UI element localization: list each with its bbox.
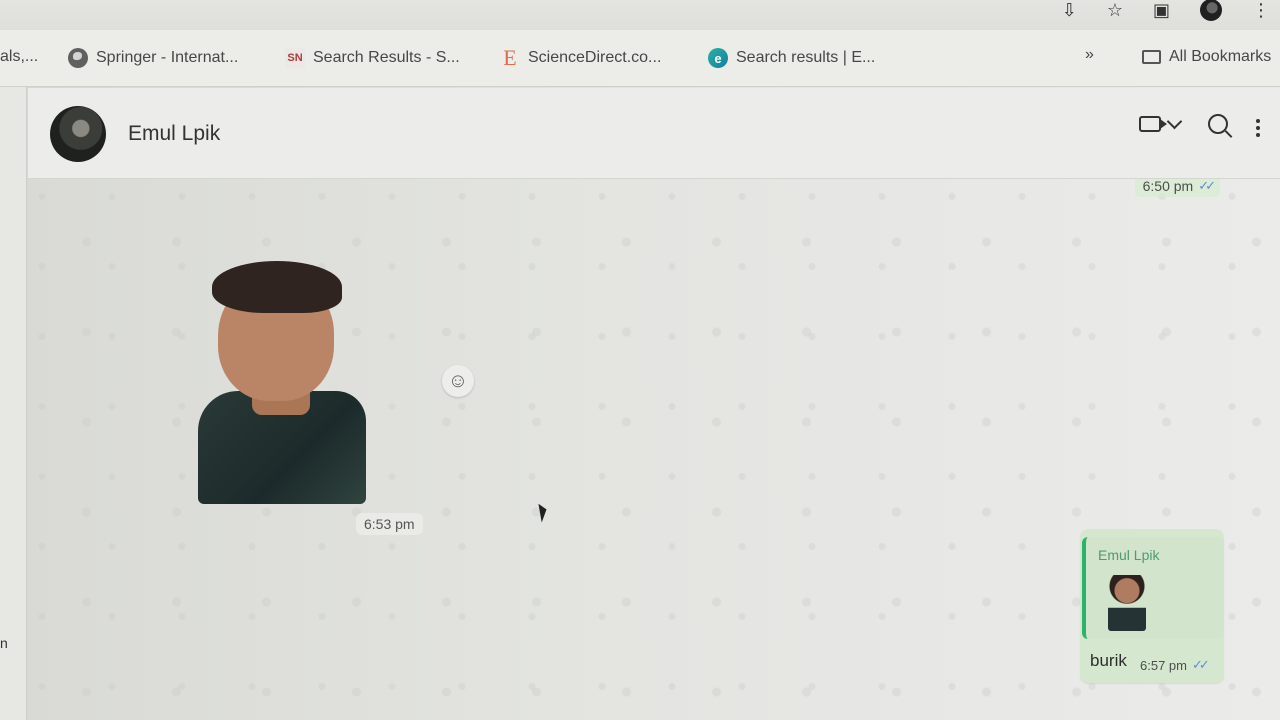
screenshot-root: ⇩ ☆ ▣ ⋮ als,... Springer - Internat... S… [0, 0, 1280, 720]
more-vertical-icon[interactable] [1256, 119, 1260, 123]
sn-icon: SN [285, 48, 305, 68]
bookmark-springer[interactable]: Springer - Internat... [68, 48, 238, 68]
chat-header: Emul Lpik [28, 88, 1280, 179]
read-receipt-icon: ✓✓ [1191, 657, 1210, 672]
folder-icon [1142, 50, 1161, 64]
chat-header-actions [1139, 113, 1260, 134]
reply-text: burik [1090, 651, 1127, 670]
reply-message-bubble[interactable]: Emul Lpik burik 6:57 pm ✓✓ [1080, 529, 1224, 683]
bookmark-label: Search Results - S... [313, 49, 460, 66]
globe-icon [68, 48, 88, 68]
extensions-icon[interactable]: ▣ [1153, 1, 1170, 19]
bookmark-partial[interactable]: als,... [0, 48, 38, 66]
profile-icon[interactable] [1200, 0, 1222, 21]
message-time: 6:57 pm [1140, 657, 1187, 673]
bookmark-label: Search results | E... [736, 49, 876, 66]
message-time: 6:50 pm [1142, 179, 1194, 194]
chevron-down-icon [1166, 113, 1183, 130]
all-bookmarks-label: All Bookmarks [1169, 48, 1272, 65]
download-icon[interactable]: ⇩ [1062, 1, 1077, 19]
quoted-author: Emul Lpik [1098, 547, 1160, 563]
chat-list-edge[interactable]: n [0, 87, 27, 720]
read-receipt-icon: ✓✓ [1198, 179, 1216, 193]
bookmarks-bar: als,... Springer - Internat... SN Search… [0, 30, 1280, 87]
bookmark-label: als,... [0, 48, 39, 65]
sticker-message[interactable] [198, 261, 368, 504]
conversation-pane: 6:50 pm ✓✓ ☺ 6:53 pm Emul Lpik burik 6:5… [28, 179, 1280, 720]
star-icon[interactable]: ☆ [1107, 1, 1123, 19]
chat-list-fragment: n [0, 635, 8, 651]
more-vertical-icon[interactable]: ⋮ [1252, 1, 1270, 19]
sticker-time: 6:53 pm [356, 513, 423, 535]
all-bookmarks[interactable]: All Bookmarks [1142, 48, 1271, 66]
contact-name[interactable]: Emul Lpik [128, 122, 220, 146]
elsevier-icon: E [503, 45, 517, 70]
bookmarks-overflow[interactable]: » [1085, 46, 1094, 64]
video-call-button[interactable] [1139, 113, 1183, 132]
bookmark-sciencedirect[interactable]: E ScienceDirect.co... [500, 45, 662, 70]
reply-meta: 6:57 pm ✓✓ [1140, 657, 1210, 673]
search-icon[interactable] [1208, 114, 1228, 134]
quoted-message[interactable]: Emul Lpik [1082, 537, 1224, 639]
bookmark-sn-search[interactable]: SN Search Results - S... [285, 48, 460, 68]
bookmark-label: ScienceDirect.co... [528, 49, 662, 66]
overflow-icon: » [1085, 46, 1094, 63]
contact-avatar[interactable] [50, 106, 106, 162]
emoji-icon[interactable]: ☺ [442, 365, 474, 397]
video-call-icon [1139, 116, 1167, 132]
mouse-pointer-icon [538, 502, 549, 523]
outgoing-message-meta: 6:50 pm ✓✓ [1134, 179, 1220, 197]
browser-toolbar: ⇩ ☆ ▣ ⋮ [0, 0, 1280, 30]
browser-actions: ⇩ ☆ ▣ ⋮ [1062, 0, 1270, 21]
quoted-sticker-thumbnail [1108, 575, 1146, 631]
bookmark-label: Springer - Internat... [96, 49, 239, 66]
bookmark-search-results[interactable]: e Search results | E... [708, 48, 875, 68]
sticker-hair [212, 261, 342, 313]
e-search-icon: e [708, 48, 728, 68]
